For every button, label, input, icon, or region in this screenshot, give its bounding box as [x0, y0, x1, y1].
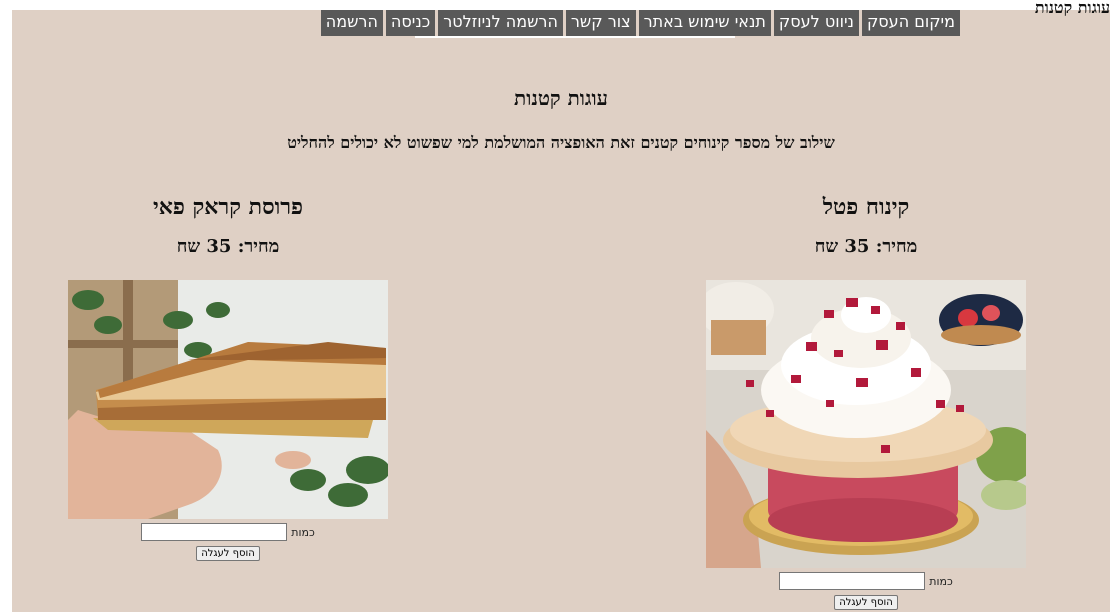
quantity-input[interactable] [779, 572, 926, 590]
corner-page-title: עוגות קטנות [1034, 0, 1110, 17]
category-description: שילוב של מספר קינוחים קטנים זאת האופציה … [287, 133, 835, 152]
nav-item-navigate-to-business[interactable]: ניווט לעסק [773, 10, 859, 36]
category-title: עוגות קטנות [514, 86, 608, 110]
nav-item-terms-of-use[interactable]: תנאי שימוש באתר [638, 10, 771, 36]
nav-underline-divider [415, 36, 735, 38]
nav-item-register[interactable]: הרשמה [320, 10, 383, 36]
nav-item-newsletter-signup[interactable]: הרשמה לניוזלטר [438, 10, 563, 36]
product-price: מחיר: 35 שח [814, 236, 918, 257]
nav-item-contact[interactable]: צור קשר [565, 10, 636, 36]
quantity-label: כמות [929, 574, 953, 588]
quantity-label: כמות [291, 525, 315, 539]
product-card-raspberry-dessert: קינוח פטל מחיר: 35 שח כמות הוסף לעגלה [706, 190, 1026, 610]
top-navigation: מיקום העסק ניווט לעסק תנאי שימוש באתר צו… [320, 10, 960, 36]
add-to-cart-button[interactable]: הוסף לעגלה [834, 595, 898, 610]
nav-item-login[interactable]: כניסה [385, 10, 436, 36]
product-price: מחיר: 35 שח [176, 236, 280, 257]
product-image-raspberry-dessert [706, 280, 1026, 568]
quantity-row: כמות [68, 523, 388, 541]
nav-item-business-location[interactable]: מיקום העסק [861, 10, 960, 36]
quantity-row: כמות [706, 572, 1026, 590]
product-name: קינוח פטל [822, 194, 910, 220]
add-to-cart-button[interactable]: הוסף לעגלה [196, 546, 260, 561]
quantity-input[interactable] [141, 523, 288, 541]
product-name: פרוסת קראק פאי [153, 194, 303, 220]
product-card-crack-pie: פרוסת קראק פאי מחיר: 35 שח כמות הוסף לעג… [68, 190, 388, 561]
product-image-crack-pie [68, 280, 388, 519]
page-container: עוגות קטנות מיקום העסק ניווט לעסק תנאי ש… [12, 0, 1110, 612]
